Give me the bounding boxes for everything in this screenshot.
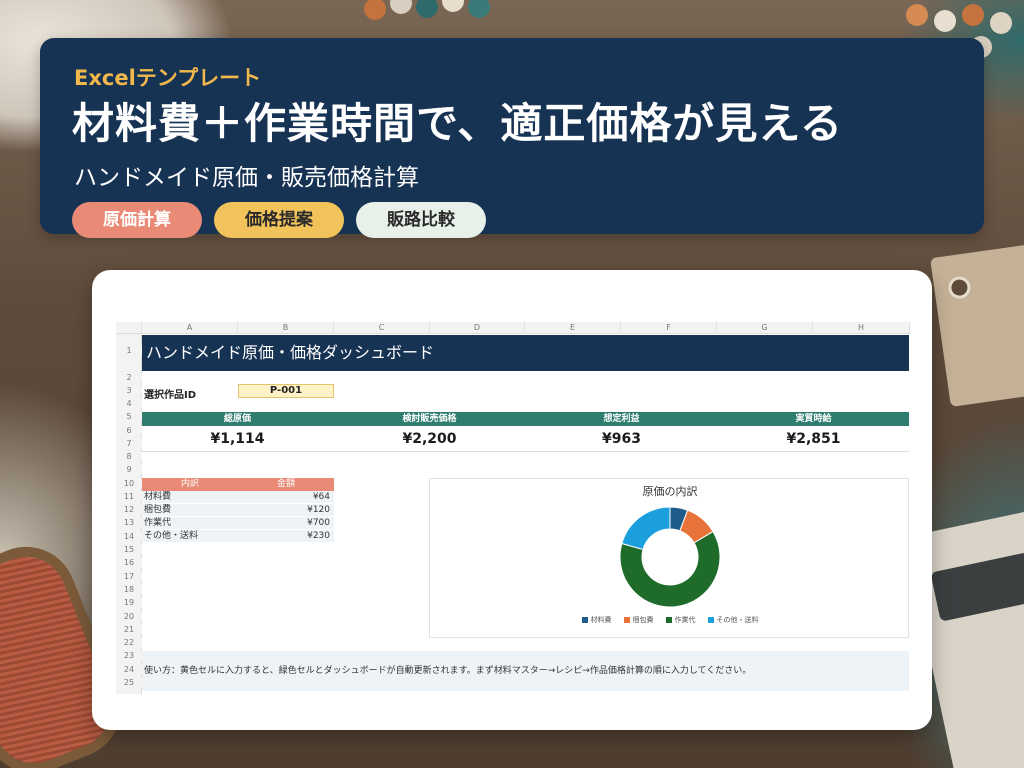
breakdown-name: 材料費 <box>144 492 172 502</box>
col-header[interactable]: B <box>238 322 334 334</box>
row-header[interactable]: 20 <box>116 612 142 621</box>
header-banner: Excelテンプレート 材料費＋作業時間で、適正価格が見える ハンドメイド原価・… <box>40 38 984 238</box>
breakdown-amount: ¥64 <box>312 492 330 502</box>
subheadline: ハンドメイド原価・販売価格計算 <box>74 165 419 191</box>
row-header[interactable]: 10 <box>116 479 142 488</box>
row-header[interactable]: 15 <box>116 545 142 554</box>
legend-swatch <box>623 617 630 623</box>
kpi-label-hourly: 実質時給 <box>795 414 832 424</box>
row-header[interactable]: 8 <box>116 452 142 461</box>
legend-label: その他・送料 <box>716 616 759 624</box>
breakdown-amount: ¥230 <box>307 531 330 541</box>
column-header-bar: A B C D E F G H <box>116 322 910 334</box>
kpi-label-total-cost: 総原価 <box>223 414 251 424</box>
col-header[interactable]: G <box>717 322 813 334</box>
legend-label: 材料費 <box>590 616 612 624</box>
row-header[interactable]: 25 <box>116 678 142 687</box>
breakdown-name: 作業代 <box>144 518 172 528</box>
select-id-label: 選択作品ID <box>144 390 197 401</box>
row-header[interactable]: 19 <box>116 598 142 607</box>
table-row[interactable]: 梱包費 ¥120 <box>142 504 334 517</box>
beads-decoration <box>360 0 500 35</box>
chart-legend: 材料費 梱包費 作業代 その他・送料 <box>430 615 910 625</box>
col-header[interactable]: H <box>813 322 910 334</box>
legend-swatch <box>665 617 672 623</box>
breakdown-amount: ¥120 <box>307 505 330 515</box>
breakdown-header: 内訳 金額 <box>142 478 334 491</box>
spreadsheet-card: A B C D E F G H 1 2 3 4 5 6 7 8 9 10 11 … <box>92 270 932 730</box>
feature-pills: 原価計算 価格提案 販路比較 <box>72 202 486 238</box>
col-header[interactable]: F <box>621 322 717 334</box>
pill-cost-calc: 原価計算 <box>72 202 202 238</box>
kpi-value-total-cost[interactable]: ¥1,114 <box>142 426 333 452</box>
legend-label: 作業代 <box>674 616 696 624</box>
row-header[interactable]: 5 <box>116 412 142 421</box>
row-header[interactable]: 7 <box>116 439 142 448</box>
kpi-label-profit: 想定利益 <box>603 414 640 424</box>
row-header[interactable]: 24 <box>116 665 142 674</box>
kpi-header-row: 総原価 検討販売価格 想定利益 実質時給 <box>142 412 909 426</box>
row-header[interactable]: 6 <box>116 426 142 435</box>
headline: 材料費＋作業時間で、適正価格が見える <box>72 99 844 148</box>
row-header[interactable]: 11 <box>116 492 142 501</box>
legend-item: 梱包費 <box>623 615 654 625</box>
legend-item: 材料費 <box>581 615 612 625</box>
eyebrow-label: Excelテンプレート <box>74 66 262 90</box>
row-header[interactable]: 17 <box>116 572 142 581</box>
table-row[interactable]: 作業代 ¥700 <box>142 517 334 530</box>
table-row[interactable]: その他・送料 ¥230 <box>142 530 334 543</box>
row-header[interactable]: 9 <box>116 465 142 474</box>
row-header[interactable]: 21 <box>116 625 142 634</box>
legend-item: 作業代 <box>665 615 696 625</box>
row-header[interactable]: 16 <box>116 558 142 567</box>
legend-label: 梱包費 <box>632 616 654 624</box>
breakdown-name: 梱包費 <box>144 505 172 515</box>
col-header[interactable]: C <box>334 322 430 334</box>
row-header[interactable]: 18 <box>116 585 142 594</box>
dashboard-title[interactable]: ハンドメイド原価・価格ダッシュボード <box>142 335 909 371</box>
legend-swatch <box>707 617 714 623</box>
table-row[interactable]: 材料費 ¥64 <box>142 491 334 504</box>
col-header[interactable]: D <box>430 322 525 334</box>
row-header[interactable]: 14 <box>116 532 142 541</box>
donut-slice-4[interactable] <box>621 506 671 551</box>
breakdown-name: その他・送料 <box>144 531 199 541</box>
row-header[interactable]: 23 <box>116 651 142 660</box>
row-header[interactable]: 3 <box>116 386 142 395</box>
breakdown-amount: ¥700 <box>307 518 330 528</box>
row-header[interactable]: 4 <box>116 399 142 408</box>
spreadsheet: A B C D E F G H 1 2 3 4 5 6 7 8 9 10 11 … <box>116 322 910 694</box>
kpi-value-profit[interactable]: ¥963 <box>526 426 717 452</box>
legend-swatch <box>581 617 588 623</box>
row-header[interactable]: 2 <box>116 373 142 382</box>
row-header[interactable]: 1 <box>116 346 142 355</box>
col-header[interactable]: A <box>142 322 238 334</box>
kpi-value-row: ¥1,114 ¥2,200 ¥963 ¥2,851 <box>142 426 909 452</box>
row-header[interactable]: 13 <box>116 518 142 527</box>
col-header[interactable]: E <box>525 322 621 334</box>
row-header[interactable]: 12 <box>116 505 142 514</box>
cost-breakdown-chart[interactable]: 原価の内訳 材料費 梱包費 作業代 その他・送料 <box>429 478 909 638</box>
pill-channel-compare: 販路比較 <box>356 202 486 238</box>
pill-price-suggest: 価格提案 <box>214 202 344 238</box>
breakdown-header-item: 内訳 <box>180 479 199 489</box>
kpi-label-price: 検討販売価格 <box>402 414 457 424</box>
breakdown-header-amount: 金額 <box>276 479 295 489</box>
row-header[interactable]: 22 <box>116 638 142 647</box>
legend-item: その他・送料 <box>707 615 759 625</box>
kpi-value-price[interactable]: ¥2,200 <box>334 426 525 452</box>
corner-cell <box>116 322 142 334</box>
usage-note: 使い方：黄色セルに入力すると、緑色セルとダッシュボードが自動更新されます。まず材… <box>142 651 909 691</box>
select-id-input[interactable]: P-001 <box>238 384 334 398</box>
kpi-value-hourly[interactable]: ¥2,851 <box>718 426 909 452</box>
